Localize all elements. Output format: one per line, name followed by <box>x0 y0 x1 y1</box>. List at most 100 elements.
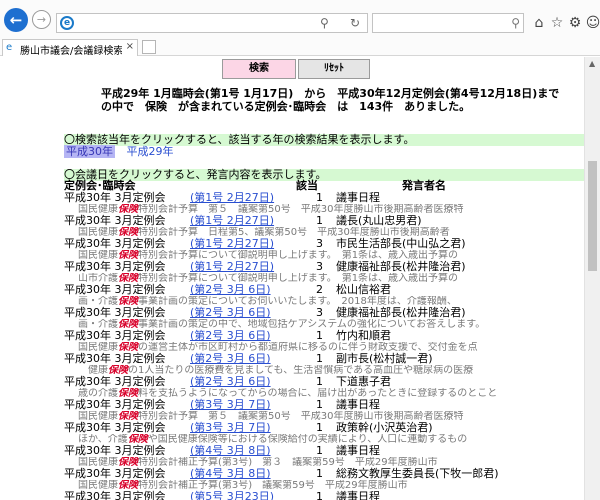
speaker-name: 松山信裕君 <box>336 283 391 296</box>
meeting-name: 平成30年 3月定例会 <box>64 467 166 480</box>
header-speaker: 発言者名 <box>402 179 446 192</box>
meeting-name: 平成30年 3月定例会 <box>64 375 166 388</box>
result-row: 平成30年 3月定例会 (第4号 3月 8日) 1 議事日程 <box>64 445 584 457</box>
hit-count: 1 <box>316 421 323 434</box>
speaker-name: 議事日程 <box>336 191 380 204</box>
hit-count: 1 <box>316 375 323 388</box>
meeting-name: 平成30年 3月定例会 <box>64 490 166 500</box>
meeting-name: 平成30年 3月定例会 <box>64 398 166 411</box>
meeting-name: 平成30年 3月定例会 <box>64 444 166 457</box>
meeting-name: 平成30年 3月定例会 <box>64 329 166 342</box>
speaker-name: 議事日程 <box>336 444 380 457</box>
hit-count: 1 <box>316 214 323 227</box>
meeting-date-link[interactable]: (第1号 2月27日) <box>190 238 274 250</box>
result-row: 平成30年 3月定例会 (第1号 2月27日) 1 議長(丸山忠男君) <box>64 215 584 227</box>
hit-count: 1 <box>316 444 323 457</box>
new-tab-button[interactable] <box>142 40 156 54</box>
hit-count: 1 <box>316 191 323 204</box>
search-icon[interactable]: ⚲ <box>511 16 520 30</box>
hit-count: 3 <box>316 260 323 273</box>
gear-icon[interactable]: ⚙ <box>566 14 584 32</box>
ie-icon: e <box>60 16 74 30</box>
hit-count: 1 <box>316 329 323 342</box>
meeting-date-link[interactable]: (第2号 3月 6日) <box>190 376 271 388</box>
scroll-up-icon[interactable]: ▲ <box>589 59 595 68</box>
speaker-name: 健康福祉部長(松井隆治君) <box>336 260 466 273</box>
meeting-date-link[interactable]: (第2号 3月 6日) <box>190 307 271 319</box>
search-box[interactable]: ⚲ <box>372 13 524 33</box>
result-row: 平成30年 3月定例会 (第1号 2月27日) 3 市民生活部長(中山弘之君) <box>64 238 584 250</box>
hit-count: 1 <box>316 352 323 365</box>
search-button[interactable]: 検索 <box>222 59 296 79</box>
result-row: 平成30年 3月定例会 (第1号 2月27日) 1 議事日程 <box>64 192 584 204</box>
hit-count: 3 <box>316 306 323 319</box>
home-icon[interactable]: ⌂ <box>530 14 548 32</box>
meeting-date-link[interactable]: (第1号 2月27日) <box>190 261 274 273</box>
year-link-h30[interactable]: 平成30年 <box>64 145 115 158</box>
meeting-name: 平成30年 3月定例会 <box>64 191 166 204</box>
result-row: 平成30年 3月定例会 (第2号 3月 6日) 3 健康福祉部長(松井隆治君) <box>64 307 584 319</box>
year-links: 平成30年 平成29年 <box>64 145 174 158</box>
result-row: 平成30年 3月定例会 (第2号 3月 6日) 1 下道惠子君 <box>64 376 584 388</box>
hit-count: 1 <box>316 467 323 480</box>
feedback-icon[interactable]: ☺ <box>584 14 600 32</box>
reset-button[interactable]: ﾘｾｯﾄ <box>298 59 370 79</box>
snippet-after: の1人当たりの医療費を見ましても、生活習慣病である高血圧や糖尿病の医療 <box>128 365 474 376</box>
page-content: 検索 ﾘｾｯﾄ 平成29年 1月臨時会(第1号 1月17日) から 平成30年1… <box>0 57 584 500</box>
star-icon[interactable]: ☆ <box>548 14 566 32</box>
result-row: 平成30年 3月定例会 (第5号 3月23日) 1 議事日程 <box>64 491 584 500</box>
result-summary: 平成29年 1月臨時会(第1号 1月17日) から 平成30年12月定例会(第4… <box>101 87 560 113</box>
meeting-name: 平成30年 3月定例会 <box>64 306 166 319</box>
meeting-name: 平成30年 3月定例会 <box>64 214 166 227</box>
result-row: 平成30年 3月定例会 (第3号 3月 7日) 1 議事日程 <box>64 399 584 411</box>
meeting-date-link[interactable]: (第1号 2月27日) <box>190 192 274 204</box>
speaker-name: 下道惠子君 <box>336 375 391 388</box>
meeting-name: 平成30年 3月定例会 <box>64 237 166 250</box>
year-link-h29[interactable]: 平成29年 <box>127 145 174 158</box>
hit-count: 1 <box>316 490 323 500</box>
forward-button[interactable]: → <box>32 10 51 29</box>
speaker-name: 健康福祉部長(松井隆治君) <box>336 306 466 319</box>
close-icon[interactable]: × <box>126 41 134 52</box>
result-row: 平成30年 3月定例会 (第2号 3月 6日) 1 竹内和順君 <box>64 330 584 342</box>
vertical-scrollbar[interactable]: ▲ <box>584 57 600 500</box>
meeting-name: 平成30年 3月定例会 <box>64 352 166 365</box>
result-row: 平成30年 3月定例会 (第4号 3月 8日) 1 総務文教厚生委員長(下牧一郎君) <box>64 468 584 480</box>
speaker-name: 総務文教厚生委員長(下牧一郎君) <box>336 467 499 480</box>
browser-toolbar: ← → e ⚲ ↻ ⚲ ⌂ ☆ ⚙ ☺ e 勝山市議会/会議録検索シス... × <box>0 0 600 57</box>
speaker-name: 議長(丸山忠男君) <box>336 214 422 227</box>
meeting-date-link[interactable]: (第4号 3月 8日) <box>190 445 271 457</box>
meeting-date-link[interactable]: (第3号 3月 7日) <box>190 422 271 434</box>
hit-count: 1 <box>316 398 323 411</box>
back-button[interactable]: ← <box>4 8 28 32</box>
hit-count: 3 <box>316 237 323 250</box>
meeting-date-link[interactable]: (第5号 3月23日) <box>190 491 274 500</box>
meeting-date-link[interactable]: (第2号 3月 6日) <box>190 353 271 365</box>
scroll-thumb[interactable] <box>588 161 597 271</box>
result-row: 平成30年 3月定例会 (第3号 3月 7日) 1 政策幹(小沢英治君) <box>64 422 584 434</box>
tab-label: 勝山市議会/会議録検索シス... <box>20 46 122 57</box>
meeting-date-link[interactable]: (第2号 3月 6日) <box>190 284 271 296</box>
speaker-name: 議事日程 <box>336 398 380 411</box>
meeting-date-link[interactable]: (第1号 2月27日) <box>190 215 274 227</box>
result-row: 平成30年 3月定例会 (第2号 3月 6日) 2 松山信裕君 <box>64 284 584 296</box>
speaker-name: 副市長(松村誠一君) <box>336 352 433 365</box>
result-row: 平成30年 3月定例会 (第2号 3月 6日) 1 副市長(松村誠一君) <box>64 353 584 365</box>
hit-count: 2 <box>316 283 323 296</box>
speaker-name: 議事日程 <box>336 490 380 500</box>
meeting-date-link[interactable]: (第3号 3月 7日) <box>190 399 271 411</box>
ie-icon: e <box>6 42 13 53</box>
meeting-date-link[interactable]: (第4号 3月 8日) <box>190 468 271 480</box>
results-list: 平成30年 3月定例会 (第1号 2月27日) 1 議事日程 国民健康保険特別会計予算 … <box>64 192 584 500</box>
result-row: 平成30年 3月定例会 (第1号 2月27日) 3 健康福祉部長(松井隆治君) <box>64 261 584 273</box>
search-icon[interactable]: ⚲ <box>320 16 336 32</box>
tab-bar: e 勝山市議会/会議録検索シス... × <box>0 38 600 57</box>
refresh-icon[interactable]: ↻ <box>350 16 366 32</box>
meeting-name: 平成30年 3月定例会 <box>64 283 166 296</box>
meeting-name: 平成30年 3月定例会 <box>64 421 166 434</box>
tab-meeting-search[interactable]: e 勝山市議会/会議録検索シス... × <box>2 39 138 57</box>
meeting-date-link[interactable]: (第2号 3月 6日) <box>190 330 271 342</box>
speaker-name: 市民生活部長(中山弘之君) <box>336 237 466 250</box>
meeting-name: 平成30年 3月定例会 <box>64 260 166 273</box>
speaker-name: 竹内和順君 <box>336 329 391 342</box>
